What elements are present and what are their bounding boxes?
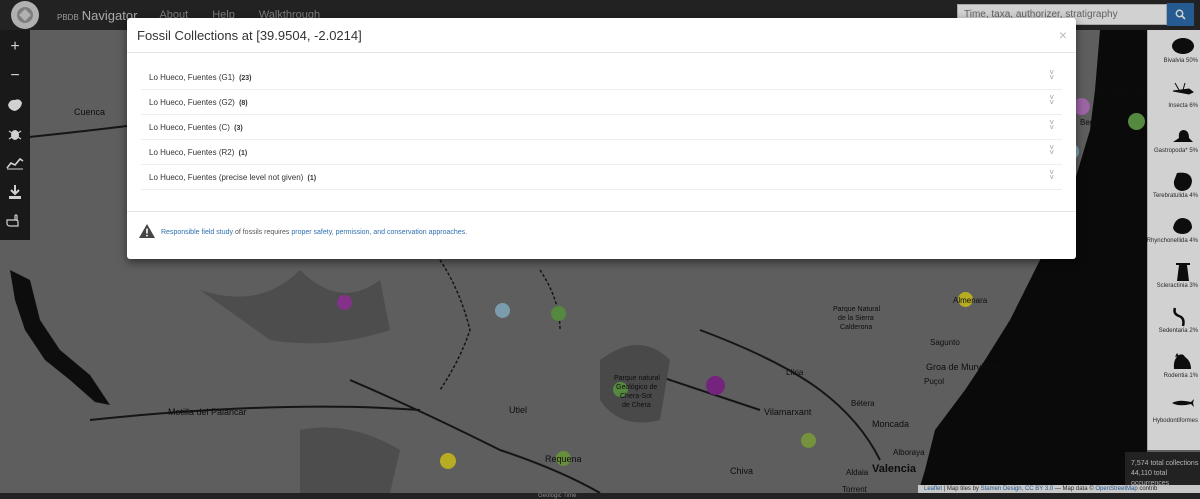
collection-name: Lo Hueco, Fuentes (precise level not giv…	[149, 173, 304, 182]
notice-end: .	[465, 229, 468, 236]
collection-count: (1)	[238, 150, 248, 157]
collection-count: (1)	[307, 175, 317, 182]
collection-count: (23)	[239, 75, 252, 82]
field-study-link[interactable]: Responsible field study	[161, 229, 233, 236]
collection-name: Lo Hueco, Fuentes (C)	[149, 123, 230, 132]
collection-item[interactable]: Lo Hueco, Fuentes (precise level not giv…	[141, 165, 1062, 190]
close-icon[interactable]: ×	[1059, 27, 1067, 43]
collections-list: Lo Hueco, Fuentes (G1) (23) ˅ ˅ Lo Hueco,…	[141, 65, 1062, 190]
collection-item[interactable]: Lo Hueco, Fuentes (C) (3) ˅ ˅	[141, 115, 1062, 140]
collection-name: Lo Hueco, Fuentes (G2)	[149, 98, 235, 107]
collection-name: Lo Hueco, Fuentes (G1)	[149, 73, 235, 82]
modal-title: Fossil Collections at [39.9504, -2.0214]	[137, 28, 362, 43]
safety-notice: Responsible field study of fossils requi…	[161, 229, 467, 236]
collection-name: Lo Hueco, Fuentes (R2)	[149, 148, 235, 157]
notice-text: of fossils requires	[233, 229, 292, 236]
chevron-down-icon[interactable]: ˅ ˅	[1049, 69, 1054, 82]
chevron-down-icon[interactable]: ˅ ˅	[1049, 144, 1054, 157]
safety-link[interactable]: proper safety, permission, and conservat…	[291, 229, 465, 236]
chevron-down-icon[interactable]: ˅ ˅	[1049, 169, 1054, 182]
collection-item[interactable]: Lo Hueco, Fuentes (G2) (8) ˅ ˅	[141, 90, 1062, 115]
collection-count: (8)	[239, 100, 248, 107]
modal-footer: Responsible field study of fossils requi…	[127, 211, 1076, 259]
collection-item[interactable]: Lo Hueco, Fuentes (G1) (23) ˅ ˅	[141, 65, 1062, 90]
warning-icon	[139, 224, 155, 238]
collections-modal: Fossil Collections at [39.9504, -2.0214]…	[127, 18, 1076, 259]
collection-count: (3)	[234, 125, 243, 132]
chevron-down-icon[interactable]: ˅ ˅	[1049, 119, 1054, 132]
collection-item[interactable]: Lo Hueco, Fuentes (R2) (1) ˅ ˅	[141, 140, 1062, 165]
modal-header: Fossil Collections at [39.9504, -2.0214]…	[127, 18, 1076, 53]
chevron-down-icon[interactable]: ˅ ˅	[1049, 94, 1054, 107]
